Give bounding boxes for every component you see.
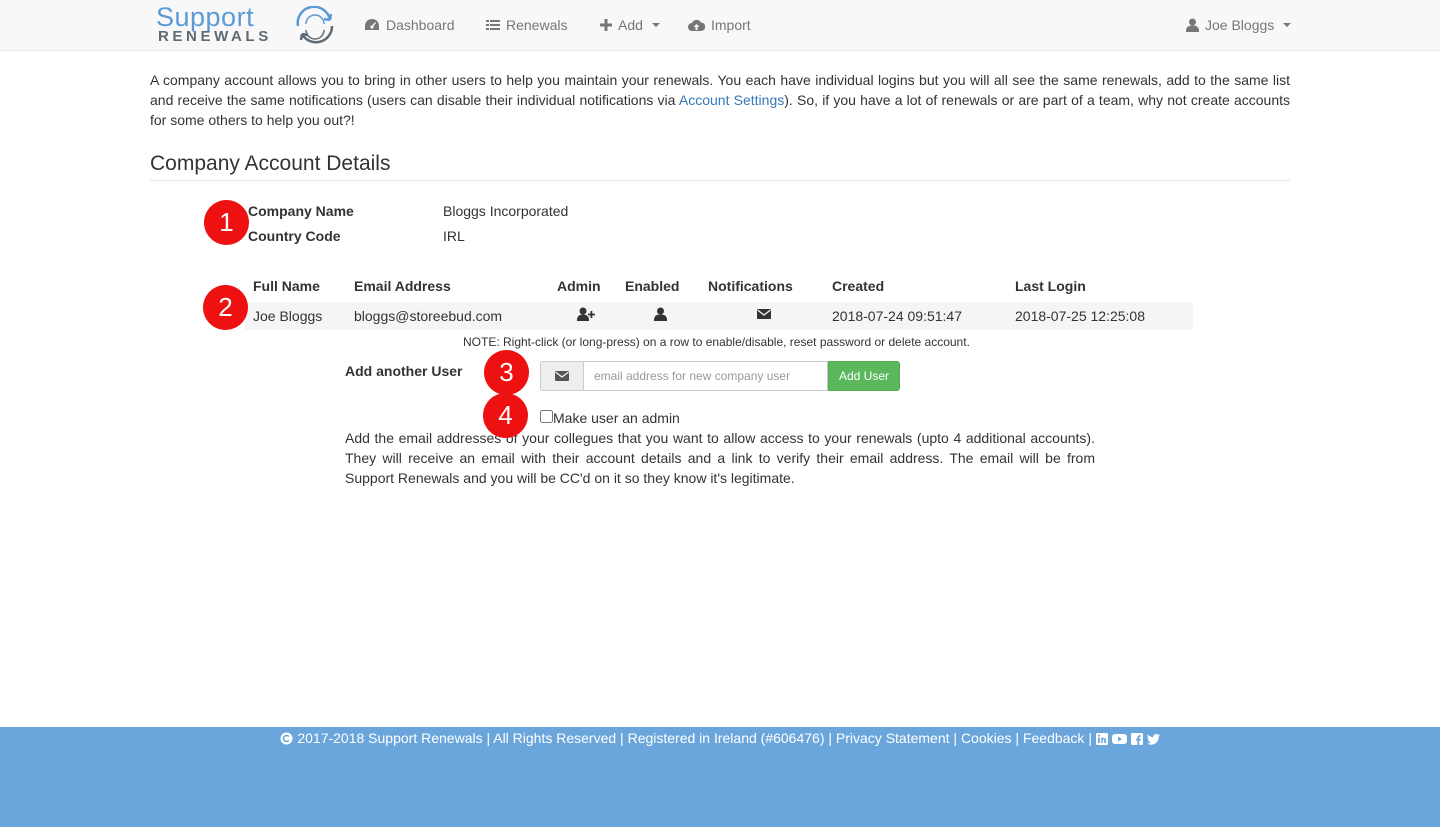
footer-line: 2017-2018 Support Renewals | All Rights …	[0, 730, 1440, 746]
nav-import-label: Import	[711, 17, 751, 33]
user-icon	[1186, 18, 1199, 32]
envelope-icon	[540, 361, 583, 391]
youtube-icon[interactable]	[1111, 733, 1127, 745]
page-footer: 2017-2018 Support Renewals | All Rights …	[0, 727, 1440, 827]
nav-add-dropdown[interactable]: Add	[600, 17, 660, 33]
nav-add-label: Add	[618, 17, 643, 33]
privacy-statement-link[interactable]: Privacy Statement	[836, 730, 950, 746]
annotation-marker-2: 2	[203, 285, 248, 330]
support-renewals-logo[interactable]: Support RENEWALS	[156, 2, 342, 46]
col-header-full-name: Full Name	[253, 278, 320, 294]
cell-full-name: Joe Bloggs	[253, 308, 323, 324]
user-plus-icon[interactable]	[577, 307, 595, 324]
company-name-value: Bloggs Incorporated	[443, 203, 569, 219]
col-header-last-login: Last Login	[1015, 278, 1086, 294]
plus-icon	[600, 19, 612, 31]
make-admin-checkbox[interactable]	[540, 410, 553, 423]
linkedin-icon[interactable]	[1095, 733, 1108, 745]
col-header-notifications: Notifications	[708, 278, 793, 294]
section-divider	[150, 180, 1290, 181]
facebook-icon[interactable]	[1130, 733, 1143, 745]
intro-paragraph: A company account allows you to bring in…	[150, 70, 1290, 130]
col-header-email: Email Address	[354, 278, 451, 294]
country-code-label: Country Code	[248, 228, 341, 244]
nav-renewals-label: Renewals	[506, 17, 568, 33]
col-header-enabled: Enabled	[625, 278, 680, 294]
nav-dashboard-label: Dashboard	[386, 17, 455, 33]
cell-created: 2018-07-24 09:51:47	[832, 308, 962, 324]
nav-dashboard[interactable]: Dashboard	[364, 17, 455, 33]
chevron-down-icon	[651, 23, 660, 27]
user-icon[interactable]	[654, 307, 667, 324]
cookies-link[interactable]: Cookies	[961, 730, 1012, 746]
annotation-marker-3: 3	[484, 350, 529, 395]
country-code-value: IRL	[443, 228, 465, 244]
feedback-link[interactable]: Feedback	[1023, 730, 1084, 746]
user-menu-dropdown[interactable]: Joe Bloggs	[1186, 17, 1292, 33]
table-note: NOTE: Right-click (or long-press) on a r…	[463, 335, 970, 349]
dashboard-icon	[365, 19, 379, 30]
add-user-help-text: Add the email addresses of your collegue…	[345, 430, 1095, 486]
list-icon	[486, 20, 500, 30]
add-user-button[interactable]: Add User	[828, 361, 900, 391]
user-menu-label: Joe Bloggs	[1205, 17, 1275, 33]
add-user-label: Add another User	[345, 363, 463, 379]
footer-copyright: 2017-2018 Support Renewals | All Rights …	[297, 730, 833, 746]
company-name-label: Company Name	[248, 203, 354, 219]
add-user-input-group: Add User	[540, 361, 900, 391]
page-title: Company Account Details	[150, 152, 391, 175]
cloud-upload-icon	[688, 19, 705, 31]
top-navbar: Support RENEWALS Dashboard Renewals Add …	[0, 0, 1440, 51]
cell-last-login: 2018-07-25 12:25:08	[1015, 308, 1145, 324]
annotation-marker-1: 1	[204, 200, 249, 245]
twitter-icon[interactable]	[1146, 734, 1160, 745]
nav-import[interactable]: Import	[688, 17, 751, 33]
copyright-icon	[280, 732, 293, 745]
col-header-admin: Admin	[557, 278, 601, 294]
nav-renewals[interactable]: Renewals	[486, 17, 567, 33]
envelope-icon[interactable]	[757, 307, 771, 323]
new-user-email-input[interactable]	[583, 361, 828, 391]
chevron-down-icon	[1283, 23, 1292, 27]
renew-arrows-icon	[296, 6, 334, 44]
logo-text-bottom: RENEWALS	[158, 28, 272, 45]
annotation-marker-4: 4	[483, 393, 528, 438]
make-admin-label[interactable]: Make user an admin	[553, 410, 680, 426]
account-settings-link[interactable]: Account Settings	[679, 92, 784, 108]
cell-email: bloggs@storeebud.com	[354, 308, 503, 324]
col-header-created: Created	[832, 278, 885, 294]
